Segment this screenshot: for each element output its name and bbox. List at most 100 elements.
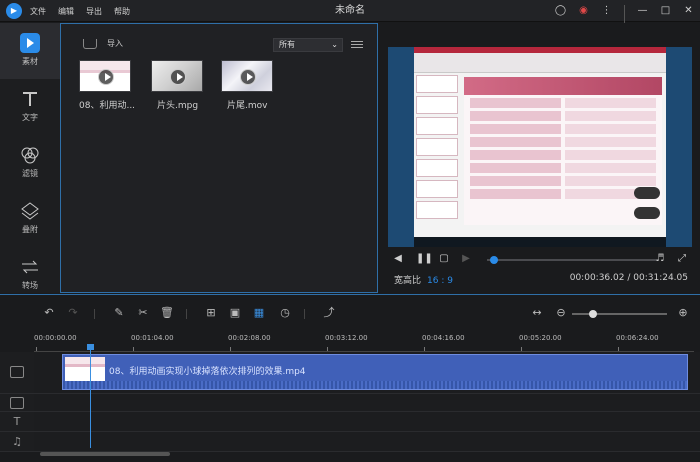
video-clip[interactable]: 08、利用动画实现小球掉落依次排列的效果.mp4: [62, 354, 688, 390]
toolbar-divider: [94, 309, 95, 319]
audio-track-header: ♫: [0, 432, 34, 452]
video-frame: [414, 47, 666, 247]
frame-overlay-bubble: [634, 207, 660, 219]
tool-overlay-label: 叠附: [22, 225, 38, 234]
settings-icon[interactable]: ⋮: [595, 0, 618, 22]
menu-edit[interactable]: 编辑: [58, 6, 74, 17]
menu-help[interactable]: 帮助: [114, 6, 130, 17]
volume-icon[interactable]: ♬: [654, 253, 666, 265]
fullscreen-icon[interactable]: ⤢: [676, 253, 688, 265]
image-track-header: [0, 394, 34, 412]
minimize-icon[interactable]: —: [631, 0, 654, 22]
maximize-icon[interactable]: □: [654, 0, 677, 22]
ruler-tick-label: 00:03:12.00: [325, 334, 368, 342]
aspect-ratio[interactable]: 宽高比 16 : 9: [394, 273, 453, 286]
fit-timeline-icon[interactable]: ↔: [530, 306, 544, 320]
message-icon[interactable]: ◉: [572, 0, 595, 22]
media-filter-value: 所有: [279, 40, 295, 49]
list-view-icon[interactable]: [351, 39, 363, 51]
zoom-slider-knob[interactable]: [589, 310, 598, 318]
tool-text-label: 文字: [22, 113, 38, 122]
media-item-name: 片头.mpg: [157, 101, 199, 111]
text-track[interactable]: [34, 412, 700, 432]
import-button[interactable]: 导入: [83, 38, 123, 49]
media-item[interactable]: 片头.mpg: [151, 60, 207, 111]
tool-media-label: 素材: [22, 57, 38, 66]
split-icon[interactable]: ✂: [136, 306, 150, 320]
filter-icon: [21, 147, 39, 164]
zoom-out-icon[interactable]: ⊖: [554, 306, 568, 320]
frame-slide-header: [464, 77, 662, 95]
media-thumbnail: [221, 60, 273, 92]
crop-icon[interactable]: ⊞: [204, 306, 218, 320]
panel-divider[interactable]: [0, 294, 700, 295]
window-controls: ◯ ◉ ⋮ — □ ✕: [549, 0, 700, 27]
tool-filter[interactable]: 滤镜: [0, 135, 60, 191]
preview-panel: ◀ ❚❚ ▢ ▶ ♬ ⤢ 宽高比 16 : 9 00:00:36.02 / 00:…: [380, 23, 700, 293]
media-filter-select[interactable]: 所有 ⌄: [273, 38, 343, 52]
redo-icon[interactable]: ↷: [66, 306, 80, 320]
total-time: 00:31:24.05: [633, 273, 688, 283]
image-track-icon: [10, 397, 24, 409]
playback-progress-bar[interactable]: [487, 256, 657, 264]
close-icon[interactable]: ✕: [677, 0, 700, 22]
tool-media[interactable]: 素材: [0, 23, 60, 79]
edit-icon[interactable]: ✎: [112, 306, 126, 320]
frame-slide: [464, 77, 662, 225]
play-icon: [170, 69, 186, 85]
timeline-scrollbar[interactable]: [40, 452, 170, 456]
text-icon: [23, 92, 37, 106]
step-back-icon[interactable]: ◀: [392, 253, 404, 265]
zoom-in-icon[interactable]: ⊕: [676, 306, 690, 320]
tool-overlay[interactable]: 叠附: [0, 191, 60, 247]
media-item[interactable]: 08、利用动...: [79, 60, 135, 111]
share-icon[interactable]: ⤴: [322, 306, 336, 320]
pause-icon[interactable]: ❚❚: [416, 253, 433, 265]
window-title: 未命名: [335, 5, 365, 16]
menu-file[interactable]: 文件: [30, 6, 46, 17]
playhead[interactable]: [87, 344, 94, 448]
text-track-header: T: [0, 412, 34, 432]
aspect-ratio-value: 16 : 9: [427, 276, 453, 286]
delete-icon[interactable]: 🗑: [160, 306, 174, 320]
zoom-slider[interactable]: [572, 310, 667, 318]
playback-progress-knob[interactable]: [490, 256, 499, 264]
preview-screen[interactable]: [388, 47, 692, 247]
frame-overlay-bubble: [634, 187, 660, 199]
ruler-tick-label: 00:05:20.00: [519, 334, 562, 342]
media-item[interactable]: 片尾.mov: [221, 60, 277, 111]
step-forward-icon[interactable]: ▶: [460, 253, 472, 265]
media-item-name: 片尾.mov: [227, 101, 268, 111]
media-icon: [20, 33, 40, 53]
ruler-tick-label: 00:04:16.00: [422, 334, 465, 342]
overlay-icon: [21, 202, 39, 220]
timeline-ruler[interactable]: 00:00:00.00 00:01:04.00 00:02:08.00 00:0…: [34, 330, 694, 352]
frame-ribbon: [414, 47, 666, 73]
playback-controls: ◀ ❚❚ ▢ ▶ ♬ ⤢: [392, 253, 692, 267]
toolbar-divider: [304, 309, 305, 319]
user-icon[interactable]: ◯: [549, 0, 572, 22]
resize-icon[interactable]: ▣: [228, 306, 242, 320]
ruler-tick-label: 00:06:24.00: [616, 334, 659, 342]
music-track-icon: ♫: [12, 435, 22, 448]
stop-icon[interactable]: ▢: [438, 253, 450, 265]
menu-bar: 文件 编辑 导出 帮助: [30, 0, 130, 22]
clip-name: 08、利用动画实现小球掉落依次排列的效果.mp4: [109, 367, 306, 377]
menu-export[interactable]: 导出: [86, 6, 102, 17]
audio-track[interactable]: [34, 432, 700, 452]
tool-text[interactable]: 文字: [0, 79, 60, 135]
play-icon: [240, 69, 256, 85]
chevron-down-icon: ⌄: [331, 40, 338, 49]
frame-slide-list: [416, 75, 458, 235]
media-library-panel: 导入 所有 ⌄ 08、利用动... 片头.mpg 片尾.mov: [60, 23, 378, 293]
current-time: 00:00:36.02: [569, 273, 625, 283]
ruler-tick-label: 00:00:00.00: [34, 334, 77, 342]
undo-icon[interactable]: ↶: [42, 306, 56, 320]
image-track[interactable]: [34, 394, 700, 412]
timeline-toolbar: ↶ ↷ ✎ ✂ 🗑 ⊞ ▣ ▦ ◷ ⤴ ↔ ⊖ ⊕: [0, 300, 700, 328]
freeze-frame-icon[interactable]: ▦: [252, 306, 266, 320]
tool-sidebar: 素材 文字 滤镜 叠附 转场: [0, 23, 60, 293]
duration-icon[interactable]: ◷: [278, 306, 292, 320]
tool-filter-label: 滤镜: [22, 169, 38, 178]
frame-taskbar: [414, 237, 666, 247]
